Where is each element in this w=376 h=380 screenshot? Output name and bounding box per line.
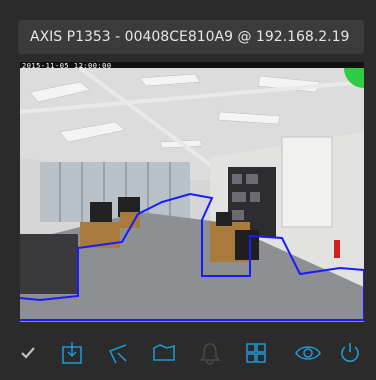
video-timestamp: 2015-11-05 12:00:00 [22,62,112,70]
camera-title: AXIS P1353 - 00408CE810A9 @ 192.168.2.19 [30,29,350,45]
back-windows [40,162,190,222]
download-snapshot-button[interactable] [58,336,86,370]
camera-title-bar: AXIS P1353 - 00408CE810A9 @ 192.168.2.19 [18,20,364,54]
chair-right [235,230,259,260]
power-icon [341,343,359,362]
grid-view-button[interactable] [242,336,270,370]
cabinet-left [20,234,78,294]
camera-scene [20,62,364,322]
camera-toolbar [14,336,364,370]
checkbox-checked-icon [21,347,35,359]
view-button[interactable] [294,336,322,370]
power-button[interactable] [336,336,364,370]
bell-icon [199,343,221,365]
area-tool-button[interactable] [150,336,178,370]
line-tool-icon [108,344,127,364]
eye-icon [295,346,321,360]
area-tool-icon [153,344,175,361]
alarm-button[interactable] [196,336,224,370]
monitor-left [90,202,112,222]
grid-view-icon [246,343,266,363]
download-snapshot-icon [62,342,82,364]
line-tool-button[interactable] [104,336,132,370]
monitor-right [216,212,232,226]
door [281,136,333,228]
camera-panel: AXIS P1353 - 00408CE810A9 @ 192.168.2.19 [0,0,376,380]
camera-video-feed[interactable]: 2015-11-05 12:00:00 [20,62,364,322]
select-checkbox[interactable] [14,336,42,370]
fire-extinguisher [334,240,340,258]
